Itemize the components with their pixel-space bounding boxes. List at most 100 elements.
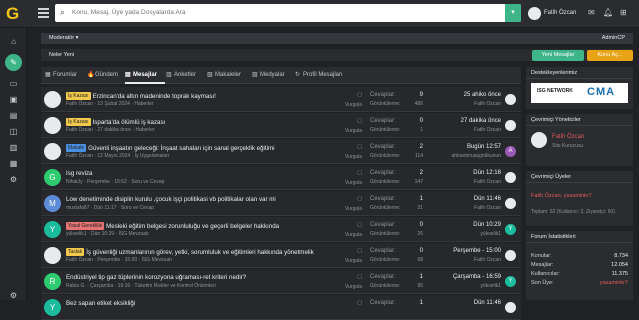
avatar[interactable] bbox=[44, 143, 61, 160]
thread-row[interactable]: G Isg reviza NihatJy · Perşembe · 15:52 · … bbox=[41, 165, 521, 190]
last-post-user[interactable]: yükselik1 bbox=[431, 231, 501, 237]
last-post-date[interactable]: 25 ahiko önce bbox=[431, 92, 501, 98]
media-icon[interactable]: ▣ bbox=[8, 94, 19, 105]
thread-row[interactable]: İş Kazası Isparta'da ölümlü iş kazası Fati… bbox=[41, 113, 521, 138]
tab-polls[interactable]: ▥ Anketler bbox=[166, 71, 196, 78]
avatar[interactable] bbox=[505, 172, 516, 183]
thread-row[interactable]: R Endüstriyel tip gaz tüplerinin korozyon… bbox=[41, 269, 521, 294]
chat-icon[interactable]: ◫ bbox=[8, 126, 19, 137]
tab-agenda[interactable]: 🔥Gündem bbox=[87, 71, 118, 78]
last-post-user[interactable]: Fatih Özcan bbox=[431, 205, 501, 211]
highlight-link[interactable]: Vurgula bbox=[345, 284, 362, 290]
thread-title-text[interactable]: Endüstriyel tip gaz tüplerinin korozyona… bbox=[66, 274, 246, 281]
new-topic-button[interactable]: Konu Aç... bbox=[587, 50, 633, 61]
files-icon[interactable]: ▤ bbox=[8, 110, 19, 121]
avatar[interactable]: Y bbox=[505, 276, 516, 287]
thread-title-text[interactable]: Bez sapan etiket eksikliği bbox=[66, 300, 135, 307]
tab-messages[interactable]: ▤ Mesajlar bbox=[125, 71, 157, 78]
search-box[interactable]: ⌕ Konu, Mesaj, Üye yada Dosyalarda Ara bbox=[55, 4, 521, 22]
last-post-user[interactable]: ahbaotmuasgnbkunun bbox=[431, 153, 502, 159]
gear-icon[interactable]: ⚙ bbox=[8, 290, 19, 301]
last-post-user[interactable]: yükselik1 bbox=[431, 283, 501, 289]
settings-icon[interactable]: ⚙ bbox=[8, 174, 19, 185]
thread-title-text[interactable]: İş güvenliği uzmanlarının görev, yetki, … bbox=[86, 249, 314, 256]
last-post-date[interactable]: Çarşamba - 16:59 bbox=[431, 274, 501, 280]
search-input[interactable]: Konu, Mesaj, Üye yada Dosyalarda Ara bbox=[72, 9, 185, 16]
forum-icon[interactable]: ✎ bbox=[5, 54, 22, 71]
thread-row[interactable]: İş Kazası Erzincan'da altın madeninde top… bbox=[41, 87, 521, 112]
thread-title[interactable]: Taslak İş güvenliği uzmanlarının görev, y… bbox=[66, 248, 326, 256]
avatar[interactable] bbox=[44, 117, 61, 134]
avatar[interactable]: M bbox=[44, 195, 61, 212]
menu-toggle-icon[interactable] bbox=[38, 8, 49, 18]
avatar[interactable] bbox=[505, 120, 516, 131]
thread-row[interactable]: Makale Güvenli inşaatın geleceği: İnşaat … bbox=[41, 139, 521, 164]
tab-media[interactable]: ▨ Medyalar bbox=[252, 71, 285, 78]
thread-title-text[interactable]: Mesleki eğitim belgesi zorunluluğu ve ge… bbox=[106, 223, 279, 230]
thread-title[interactable]: İş Kazası Isparta'da ölümlü iş kazası bbox=[66, 118, 326, 126]
highlight-link[interactable]: Vurgula bbox=[345, 128, 362, 134]
avatar[interactable] bbox=[44, 91, 61, 108]
avatar[interactable] bbox=[531, 132, 547, 148]
highlight-link[interactable]: Vurgula bbox=[345, 206, 362, 212]
avatar[interactable]: Y bbox=[44, 299, 61, 316]
thread-title[interactable]: Isg reviza bbox=[66, 170, 326, 177]
tab-forums[interactable]: ▦ Forumlar bbox=[45, 71, 77, 78]
new-messages-button[interactable]: Yeni Mesajlar bbox=[532, 50, 584, 61]
home-icon[interactable]: ⌂ bbox=[8, 36, 19, 47]
breadcrumb-item[interactable]: Neler Yeni bbox=[49, 52, 74, 58]
calendar-icon[interactable]: ▦ bbox=[8, 158, 19, 169]
thread-title-text[interactable]: Isg reviza bbox=[66, 170, 92, 177]
bell-icon[interactable]: 🔔︎ bbox=[603, 8, 613, 17]
thread-title-text[interactable]: Isparta'da ölümlü iş kazası bbox=[93, 119, 166, 126]
avatar[interactable] bbox=[505, 302, 516, 313]
sponsor-banner[interactable]: ISG NETWORK CMA bbox=[531, 83, 628, 103]
last-post-user[interactable]: Fatih Özcan bbox=[431, 101, 501, 107]
thread-row[interactable]: Taslak İş güvenliği uzmanlarının görev, y… bbox=[41, 243, 521, 268]
thread-title-text[interactable]: Erzincan'da altın madeninde toprak kayma… bbox=[93, 93, 216, 100]
highlight-link[interactable]: Vurgula bbox=[345, 232, 362, 238]
thread-row[interactable]: Y Yasal Gereklilik Mesleki eğitim belgesi … bbox=[41, 217, 521, 242]
highlight-link[interactable]: Vurgula bbox=[345, 154, 362, 160]
inbox-icon[interactable]: ✉ bbox=[588, 8, 595, 17]
thread-row[interactable]: Y Bez sapan etiket eksikliği ▢ Cevaplar: 1 Dü… bbox=[41, 295, 521, 320]
last-post-date[interactable]: 27 dakika önce bbox=[431, 118, 501, 124]
thread-title[interactable]: Yasal Gereklilik Mesleki eğitim belgesi z… bbox=[66, 222, 326, 230]
highlight-link[interactable]: Vurgula bbox=[345, 180, 362, 186]
thread-title[interactable]: Endüstriyel tip gaz tüplerinin korozyona… bbox=[66, 274, 326, 281]
avatar[interactable] bbox=[505, 250, 516, 261]
thread-row[interactable]: M Low denetiminde disiplin kurulu ,çocuk … bbox=[41, 191, 521, 216]
avatar[interactable]: Y bbox=[505, 224, 516, 235]
avatar[interactable]: Y bbox=[44, 221, 61, 238]
thread-title[interactable]: Makale Güvenli inşaatın geleceği: İnşaat … bbox=[66, 144, 326, 152]
avatar[interactable] bbox=[505, 94, 516, 105]
grid-icon[interactable]: ⊞ bbox=[620, 8, 627, 17]
highlight-link[interactable]: Vurgula bbox=[345, 258, 362, 264]
thread-title[interactable]: Low denetiminde disiplin kurulu ,çocuk i… bbox=[66, 196, 326, 203]
avatar[interactable]: A bbox=[505, 146, 516, 157]
avatar[interactable]: G bbox=[44, 169, 61, 186]
last-post-date[interactable]: Perşembe - 15:00 bbox=[431, 248, 501, 254]
staff-name[interactable]: Fatih Özcan bbox=[552, 134, 584, 140]
last-post-date[interactable]: Dün 11:46 bbox=[431, 196, 501, 202]
tab-articles[interactable]: ▧ Makaleler bbox=[207, 71, 241, 78]
thread-title[interactable]: Bez sapan etiket eksikliği bbox=[66, 300, 326, 307]
search-filter-button[interactable]: ▾ bbox=[505, 4, 521, 22]
avatar[interactable]: R bbox=[44, 273, 61, 290]
last-post-user[interactable]: Fatih Özcan bbox=[431, 179, 501, 185]
thread-title[interactable]: İş Kazası Erzincan'da altın madeninde top… bbox=[66, 92, 326, 100]
admincp-link[interactable]: AdminCP bbox=[602, 35, 625, 41]
last-post-date[interactable]: Bugün 12:57 bbox=[431, 144, 501, 150]
last-post-date[interactable]: Dün 10:29 bbox=[431, 222, 501, 228]
stat-value[interactable]: yasaminkr7 bbox=[600, 280, 628, 286]
thread-title-text[interactable]: Low denetiminde disiplin kurulu ,çocuk i… bbox=[66, 196, 276, 203]
news-icon[interactable]: ▥ bbox=[8, 142, 19, 153]
last-post-date[interactable]: Dün 12:16 bbox=[431, 170, 501, 176]
avatar[interactable] bbox=[44, 247, 61, 264]
avatar[interactable] bbox=[505, 198, 516, 209]
site-logo[interactable]: G bbox=[6, 4, 24, 24]
last-post-user[interactable]: Fatih Özcan bbox=[431, 257, 501, 263]
moderator-menu[interactable]: Moderatör ▾ bbox=[49, 35, 78, 41]
tab-profile-messages[interactable]: ↻ Profil Mesajları bbox=[295, 71, 343, 78]
highlight-link[interactable]: Vurgula bbox=[345, 102, 362, 108]
